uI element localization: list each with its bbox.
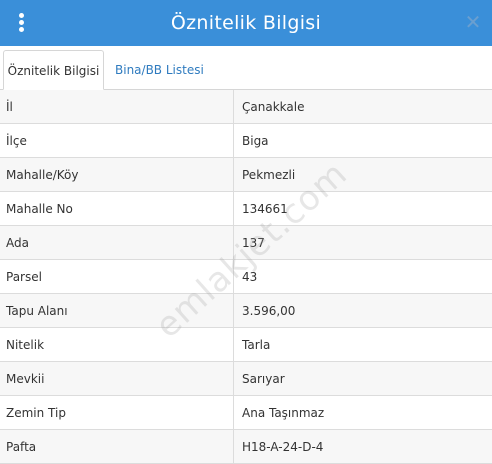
close-icon[interactable]: ✕ xyxy=(464,12,482,32)
attr-value: Pekmezli xyxy=(233,157,492,192)
table-row: İlçe Biga xyxy=(0,123,492,158)
attr-value: 134661 xyxy=(233,191,492,226)
attr-key: Zemin Tip xyxy=(0,395,234,430)
attr-value: Ana Taşınmaz xyxy=(233,395,492,430)
attr-value: Tarla xyxy=(233,327,492,362)
table-row: Pafta H18-A-24-D-4 xyxy=(0,429,492,464)
attr-value: H18-A-24-D-4 xyxy=(233,429,492,464)
attr-key: Parsel xyxy=(0,259,234,294)
attr-value: 3.596,00 xyxy=(233,293,492,328)
attr-value: 137 xyxy=(233,225,492,260)
table-row: Mahalle/Köy Pekmezli xyxy=(0,157,492,192)
table-row: Mevkii Sarıyar xyxy=(0,361,492,396)
attr-value: 43 xyxy=(233,259,492,294)
attribute-table: İl Çanakkale İlçe Biga Mahalle/Köy Pekmezli… xyxy=(0,90,492,464)
attr-key: Tapu Alanı xyxy=(0,293,234,328)
table-row: Mahalle No 134661 xyxy=(0,191,492,226)
attr-key: Mevkii xyxy=(0,361,234,396)
attr-value: Çanakkale xyxy=(233,90,492,124)
attr-key: Mahalle No xyxy=(0,191,234,226)
dialog-header: Öznitelik Bilgisi ✕ xyxy=(0,0,492,46)
tab-oznitelik-bilgisi[interactable]: Öznitelik Bilgisi xyxy=(3,50,104,90)
attr-key: Nitelik xyxy=(0,327,234,362)
attr-key: Ada xyxy=(0,225,234,260)
tab-bar: Öznitelik Bilgisi Bina/BB Listesi xyxy=(0,46,492,90)
table-row: Nitelik Tarla xyxy=(0,327,492,362)
table-row: Zemin Tip Ana Taşınmaz xyxy=(0,395,492,430)
attr-value: Sarıyar xyxy=(233,361,492,396)
tab-bina-bb-listesi[interactable]: Bina/BB Listesi xyxy=(115,50,204,88)
attr-key: İl xyxy=(0,90,234,124)
dialog-title: Öznitelik Bilgisi xyxy=(170,12,322,34)
attr-key: Mahalle/Köy xyxy=(0,157,234,192)
attr-value: Biga xyxy=(233,123,492,158)
table-row: Ada 137 xyxy=(0,225,492,260)
attr-key: İlçe xyxy=(0,123,234,158)
attr-key: Pafta xyxy=(0,429,234,464)
table-row: İl Çanakkale xyxy=(0,90,492,124)
table-row: Parsel 43 xyxy=(0,259,492,294)
table-row: Tapu Alanı 3.596,00 xyxy=(0,293,492,328)
